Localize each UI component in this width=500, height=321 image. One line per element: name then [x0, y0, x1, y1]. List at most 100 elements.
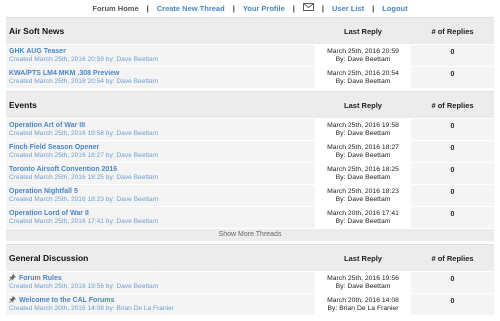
thread-title-link[interactable]: Welcome to the CAL Forums — [19, 297, 114, 304]
create-new-thread-link[interactable]: Create New Thread — [157, 4, 225, 13]
thread-cell: Operation Nightfall 5 Created March 25th… — [6, 185, 315, 206]
nav-separator: | — [146, 3, 149, 13]
envelope-icon[interactable] — [302, 3, 314, 13]
thread-row: GHK AUG Teaser Created March 25th, 2016 … — [6, 45, 494, 66]
last-reply-cell: March 20th, 2016 17:41 By: Dave Beettam — [315, 207, 411, 228]
last-reply-date: March 25th, 2016 20:54 — [327, 69, 399, 77]
replies-header: # of Replies — [431, 100, 474, 110]
thread-row: KWA/PTS LM4 MKM .308 Preview Created Mar… — [6, 67, 494, 88]
pin-icon — [9, 274, 16, 283]
reply-count: 0 — [411, 272, 494, 293]
thread-cell: GHK AUG Teaser Created March 25th, 2016 … — [6, 45, 315, 66]
thread-title-link[interactable]: GHK AUG Teaser — [9, 48, 315, 56]
last-reply-date: March 25th, 2016 20:59 — [327, 47, 399, 55]
thread-title-link[interactable]: Operation Lord of War II — [9, 210, 315, 218]
thread-created-info: Created March 25th, 2016 20:54 by: Dave … — [9, 77, 159, 85]
nav-separator: | — [372, 3, 375, 13]
thread-created-info: Created March 20th, 2016 14:08 by: Brian… — [9, 305, 174, 312]
pin-icon — [9, 296, 16, 305]
last-reply-header: Last Reply — [344, 26, 382, 36]
last-reply-date: March 25th, 2016 18:27 — [327, 143, 399, 151]
forum-board: Air Soft News Last Reply # of Replies GH… — [6, 17, 494, 315]
last-reply-date: March 20th, 2016 17:41 — [327, 209, 399, 217]
thread-created-info: Created March 25th, 2016 18:23 by: Dave … — [9, 195, 159, 203]
section-header-air-soft-news: Air Soft News Last Reply # of Replies — [6, 17, 494, 44]
reply-count: 0 — [411, 185, 494, 206]
thread-created-info: Created March 25th, 2016 19:58 by: Dave … — [9, 129, 159, 137]
last-reply-author: By: Dave Beettam — [335, 129, 391, 137]
nav-separator: | — [232, 3, 235, 13]
thread-row: Operation Art of War III Created March 2… — [6, 119, 494, 140]
last-reply-author: By: Dave Beettam — [335, 55, 391, 63]
thread-cell: Welcome to the CAL Forums Created March … — [6, 294, 315, 315]
last-reply-cell: March 25th, 2016 18:27 By: Dave Beettam — [315, 141, 411, 162]
thread-cell: Operation Lord of War II Created March 2… — [6, 207, 315, 228]
last-reply-author: By: Dave Beettam — [335, 282, 391, 290]
last-reply-author: By: Dave Beettam — [335, 217, 391, 225]
last-reply-cell: March 25th, 2016 18:23 By: Dave Beettam — [315, 185, 411, 206]
last-reply-cell: March 25th, 2016 19:56 By: Dave Beettam — [315, 272, 411, 293]
last-reply-cell: March 25th, 2016 18:25 By: Dave Beettam — [315, 163, 411, 184]
last-reply-header: Last Reply — [344, 253, 382, 263]
thread-row: Forum Rules Created March 25th, 2016 19:… — [6, 272, 494, 293]
replies-header: # of Replies — [431, 253, 474, 263]
thread-row: Operation Lord of War II Created March 2… — [6, 207, 494, 228]
last-reply-cell: March 25th, 2016 20:59 By: Dave Beettam — [315, 45, 411, 66]
thread-created-info: Created March 25th, 2016 19:56 by: Dave … — [9, 283, 159, 290]
last-reply-cell: March 20th, 2016 14:08 By: Brian De La F… — [315, 294, 411, 315]
replies-header: # of Replies — [431, 26, 474, 36]
thread-cell: Operation Art of War III Created March 2… — [6, 119, 315, 140]
last-reply-author: By: Dave Beettam — [335, 151, 391, 159]
section-title: General Discussion — [9, 253, 89, 263]
last-reply-author: By: Dave Beettam — [335, 195, 391, 203]
top-navigation: Forum Home | Create New Thread | Your Pr… — [0, 0, 500, 16]
last-reply-date: March 25th, 2016 18:23 — [327, 187, 399, 195]
thread-cell: Forum Rules Created March 25th, 2016 19:… — [6, 272, 315, 293]
reply-count: 0 — [411, 45, 494, 66]
last-reply-cell: March 25th, 2016 19:58 By: Dave Beettam — [315, 119, 411, 140]
thread-row: Operation Nightfall 5 Created March 25th… — [6, 185, 494, 206]
thread-created-info: Created March 25th, 2016 20:59 by: Dave … — [9, 55, 159, 63]
thread-title-link[interactable]: Operation Art of War III — [9, 122, 315, 130]
nav-separator: | — [321, 3, 324, 13]
reply-count: 0 — [411, 163, 494, 184]
last-reply-date: March 25th, 2016 19:56 — [327, 274, 399, 282]
last-reply-author: By: Brian De La Franier — [327, 304, 399, 312]
forum-home-link[interactable]: Forum Home — [92, 4, 138, 13]
thread-title-link[interactable]: KWA/PTS LM4 MKM .308 Preview — [9, 70, 315, 78]
logout-link[interactable]: Logout — [382, 4, 407, 13]
last-reply-date: March 20th, 2016 14:08 — [327, 296, 399, 304]
user-list-link[interactable]: User List — [332, 4, 364, 13]
thread-cell: Toronto Airsoft Convention 2016 Created … — [6, 163, 315, 184]
thread-row: Welcome to the CAL Forums Created March … — [6, 294, 494, 315]
thread-title-link[interactable]: Toronto Airsoft Convention 2016 — [9, 166, 315, 174]
thread-created-info: Created March 25th, 2016 17:41 by: Dave … — [9, 217, 159, 225]
section-title: Air Soft News — [9, 26, 65, 36]
thread-cell: KWA/PTS LM4 MKM .308 Preview Created Mar… — [6, 67, 315, 88]
section-header-events: Events Last Reply # of Replies — [6, 91, 494, 118]
last-reply-date: March 25th, 2016 18:25 — [327, 165, 399, 173]
section-header-general-discussion: General Discussion Last Reply # of Repli… — [6, 244, 494, 271]
reply-count: 0 — [411, 294, 494, 315]
last-reply-header: Last Reply — [344, 100, 382, 110]
show-more-threads-button[interactable]: Show More Threads — [6, 229, 494, 241]
section-title: Events — [9, 100, 37, 110]
thread-title-link[interactable]: Finch Field Season Opener — [9, 144, 315, 152]
thread-title-link[interactable]: Operation Nightfall 5 — [9, 188, 315, 196]
last-reply-author: By: Dave Beettam — [335, 173, 391, 181]
thread-created-info: Created March 25th, 2016 18:27 by: Dave … — [9, 151, 159, 159]
thread-row: Toronto Airsoft Convention 2016 Created … — [6, 163, 494, 184]
reply-count: 0 — [411, 67, 494, 88]
reply-count: 0 — [411, 141, 494, 162]
thread-title-link[interactable]: Forum Rules — [19, 275, 62, 282]
reply-count: 0 — [411, 119, 494, 140]
reply-count: 0 — [411, 207, 494, 228]
thread-created-info: Created March 25th, 2016 18:25 by: Dave … — [9, 173, 159, 181]
thread-cell: Finch Field Season Opener Created March … — [6, 141, 315, 162]
last-reply-date: March 25th, 2016 19:58 — [327, 121, 399, 129]
thread-row: Finch Field Season Opener Created March … — [6, 141, 494, 162]
last-reply-cell: March 25th, 2016 20:54 By: Dave Beettam — [315, 67, 411, 88]
last-reply-author: By: Dave Beettam — [335, 77, 391, 85]
nav-separator: | — [292, 3, 295, 13]
your-profile-link[interactable]: Your Profile — [243, 4, 285, 13]
